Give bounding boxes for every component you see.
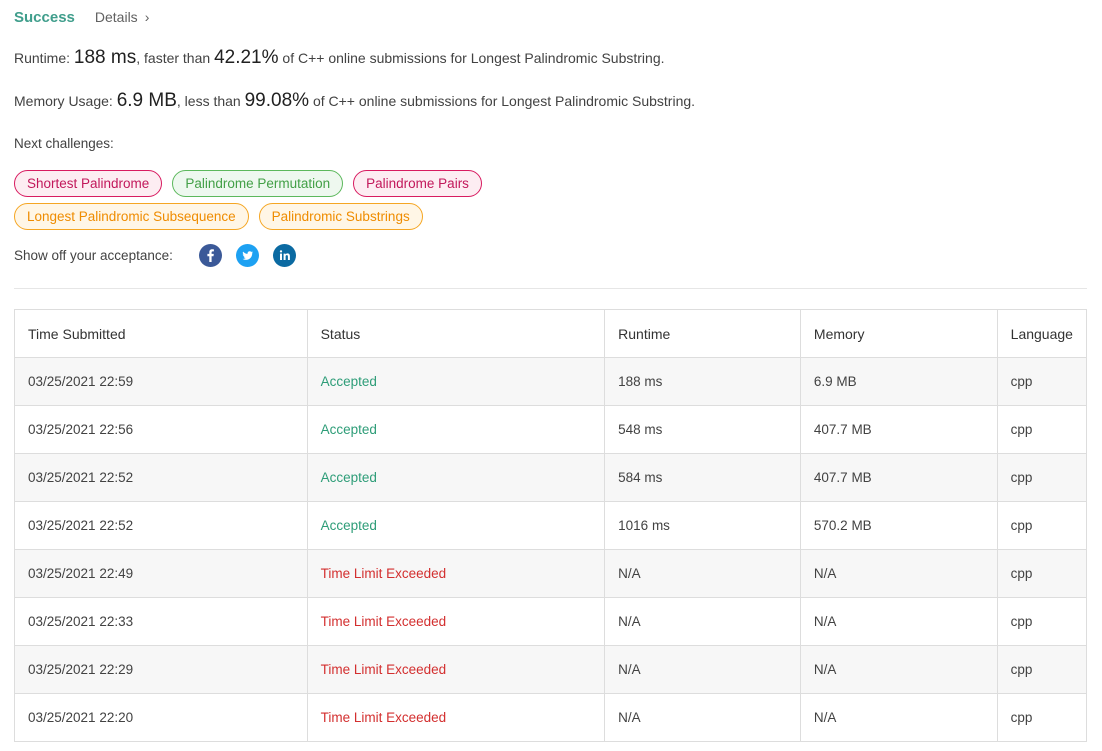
status-link[interactable]: Accepted xyxy=(321,374,377,389)
memory-label: Memory Usage: xyxy=(14,93,117,109)
cell-status: Accepted xyxy=(306,501,606,550)
cell-memory: 570.2 MB xyxy=(799,501,998,550)
next-challenges-label: Next challenges: xyxy=(14,136,114,151)
status-link[interactable]: Time Limit Exceeded xyxy=(321,614,447,629)
runtime-percent: 42.21% xyxy=(214,47,279,68)
facebook-icon[interactable] xyxy=(198,243,222,267)
cell-runtime: N/A xyxy=(604,597,801,646)
submissions-table: Time Submitted Status Runtime Memory Lan… xyxy=(14,309,1088,742)
table-row: 03/25/2021 22:56 Accepted 548 ms 407.7 MB cp… xyxy=(14,405,1088,454)
cell-language: cpp xyxy=(996,405,1088,454)
cell-time-submitted: 03/25/2021 22:56 xyxy=(14,405,308,454)
cell-memory: 407.7 MB xyxy=(799,405,998,454)
cell-runtime: 548 ms xyxy=(604,405,801,454)
share-label: Show off your acceptance: xyxy=(14,247,173,263)
status-link[interactable]: Accepted xyxy=(321,422,377,437)
cell-language: cpp xyxy=(996,453,1088,502)
cell-memory: N/A xyxy=(799,645,998,694)
status-link[interactable]: Time Limit Exceeded xyxy=(321,566,447,581)
cell-language: cpp xyxy=(996,597,1088,646)
cell-runtime: 1016 ms xyxy=(604,501,801,550)
challenge-tag-palindrome-permutation[interactable]: Palindrome Permutation xyxy=(172,170,344,197)
challenge-tag-shortest-palindrome[interactable]: Shortest Palindrome xyxy=(14,170,163,197)
section-divider xyxy=(14,288,1087,289)
cell-status: Time Limit Exceeded xyxy=(306,597,606,646)
runtime-value: 188 ms xyxy=(73,47,137,68)
cell-memory: N/A xyxy=(799,693,998,742)
cell-runtime: N/A xyxy=(604,549,801,598)
table-row: 03/25/2021 22:52 Accepted 584 ms 407.7 MB cp… xyxy=(14,453,1088,502)
table-row: 03/25/2021 22:49 Time Limit Exceeded N/A N/… xyxy=(14,549,1088,598)
challenge-tag-palindrome-pairs[interactable]: Palindrome Pairs xyxy=(353,170,482,197)
cell-memory: 407.7 MB xyxy=(799,453,998,502)
cell-runtime: N/A xyxy=(604,645,801,694)
cell-memory: N/A xyxy=(799,549,998,598)
linkedin-icon[interactable] xyxy=(272,243,296,267)
table-row: 03/25/2021 22:52 Accepted 1016 ms 570.2 MB c… xyxy=(14,501,1088,550)
column-header-time-submitted[interactable]: Time Submitted xyxy=(14,309,308,358)
social-buttons xyxy=(198,243,310,267)
status-link[interactable]: Accepted xyxy=(321,518,377,533)
cell-status: Time Limit Exceeded xyxy=(306,549,606,598)
table-row: 03/25/2021 22:29 Time Limit Exceeded N/A N/… xyxy=(14,645,1088,694)
cell-language: cpp xyxy=(996,501,1088,550)
cell-time-submitted: 03/25/2021 22:59 xyxy=(14,357,308,406)
challenge-tag-longest-palindromic-subsequence[interactable]: Longest Palindromic Subsequence xyxy=(14,203,249,230)
column-header-language[interactable]: Language xyxy=(996,309,1088,358)
cell-status: Time Limit Exceeded xyxy=(306,693,606,742)
cell-runtime: 188 ms xyxy=(604,357,801,406)
runtime-label: Runtime: xyxy=(14,50,74,66)
cell-time-submitted: 03/25/2021 22:52 xyxy=(14,453,308,502)
status-link[interactable]: Time Limit Exceeded xyxy=(321,710,447,725)
cell-language: cpp xyxy=(996,549,1088,598)
twitter-icon[interactable] xyxy=(235,243,259,267)
column-header-status[interactable]: Status xyxy=(306,309,606,358)
cell-time-submitted: 03/25/2021 22:33 xyxy=(14,597,308,646)
cell-language: cpp xyxy=(996,693,1088,742)
memory-mid: , less than xyxy=(176,93,245,109)
challenge-tags-row-2: Longest Palindromic Subsequence Palindro… xyxy=(14,203,433,230)
details-label: Details xyxy=(94,9,138,25)
memory-value: 6.9 MB xyxy=(116,90,177,111)
cell-status: Accepted xyxy=(306,357,606,406)
cell-time-submitted: 03/25/2021 22:29 xyxy=(14,645,308,694)
details-link[interactable]: Details › xyxy=(95,9,149,25)
challenge-tags-row-1: Shortest Palindrome Palindrome Permutati… xyxy=(14,170,492,197)
share-section: Show off your acceptance: xyxy=(14,243,310,267)
column-header-runtime[interactable]: Runtime xyxy=(604,309,801,358)
table-row: 03/25/2021 22:59 Accepted 188 ms 6.9 MB cpp xyxy=(14,357,1088,406)
memory-percent: 99.08% xyxy=(244,90,310,111)
runtime-mid: , faster than xyxy=(136,50,215,66)
runtime-summary: Runtime: 188 ms, faster than 42.21% of C… xyxy=(14,47,665,69)
cell-memory: N/A xyxy=(799,597,998,646)
table-header-row: Time Submitted Status Runtime Memory Lan… xyxy=(14,309,1088,358)
cell-runtime: N/A xyxy=(604,693,801,742)
cell-time-submitted: 03/25/2021 22:49 xyxy=(14,549,308,598)
status-link[interactable]: Accepted xyxy=(321,470,377,485)
runtime-tail: of C++ online submissions for Longest Pa… xyxy=(278,50,665,66)
memory-tail: of C++ online submissions for Longest Pa… xyxy=(309,93,696,109)
cell-status: Accepted xyxy=(306,453,606,502)
cell-status: Time Limit Exceeded xyxy=(306,645,606,694)
cell-time-submitted: 03/25/2021 22:20 xyxy=(14,693,308,742)
cell-status: Accepted xyxy=(306,405,606,454)
chevron-right-icon: › xyxy=(144,9,150,25)
cell-runtime: 584 ms xyxy=(604,453,801,502)
column-header-memory[interactable]: Memory xyxy=(799,309,998,358)
memory-summary: Memory Usage: 6.9 MB, less than 99.08% o… xyxy=(14,90,695,112)
cell-language: cpp xyxy=(996,357,1088,406)
table-row: 03/25/2021 22:33 Time Limit Exceeded N/A N/… xyxy=(14,597,1088,646)
status-title: Success xyxy=(14,8,75,26)
cell-language: cpp xyxy=(996,645,1088,694)
cell-memory: 6.9 MB xyxy=(799,357,998,406)
challenge-tag-palindromic-substrings[interactable]: Palindromic Substrings xyxy=(258,203,423,230)
cell-time-submitted: 03/25/2021 22:52 xyxy=(14,501,308,550)
table-row: 03/25/2021 22:20 Time Limit Exceeded N/A N/… xyxy=(14,693,1088,742)
status-link[interactable]: Time Limit Exceeded xyxy=(321,662,447,677)
result-header: Success Details › xyxy=(14,6,149,28)
